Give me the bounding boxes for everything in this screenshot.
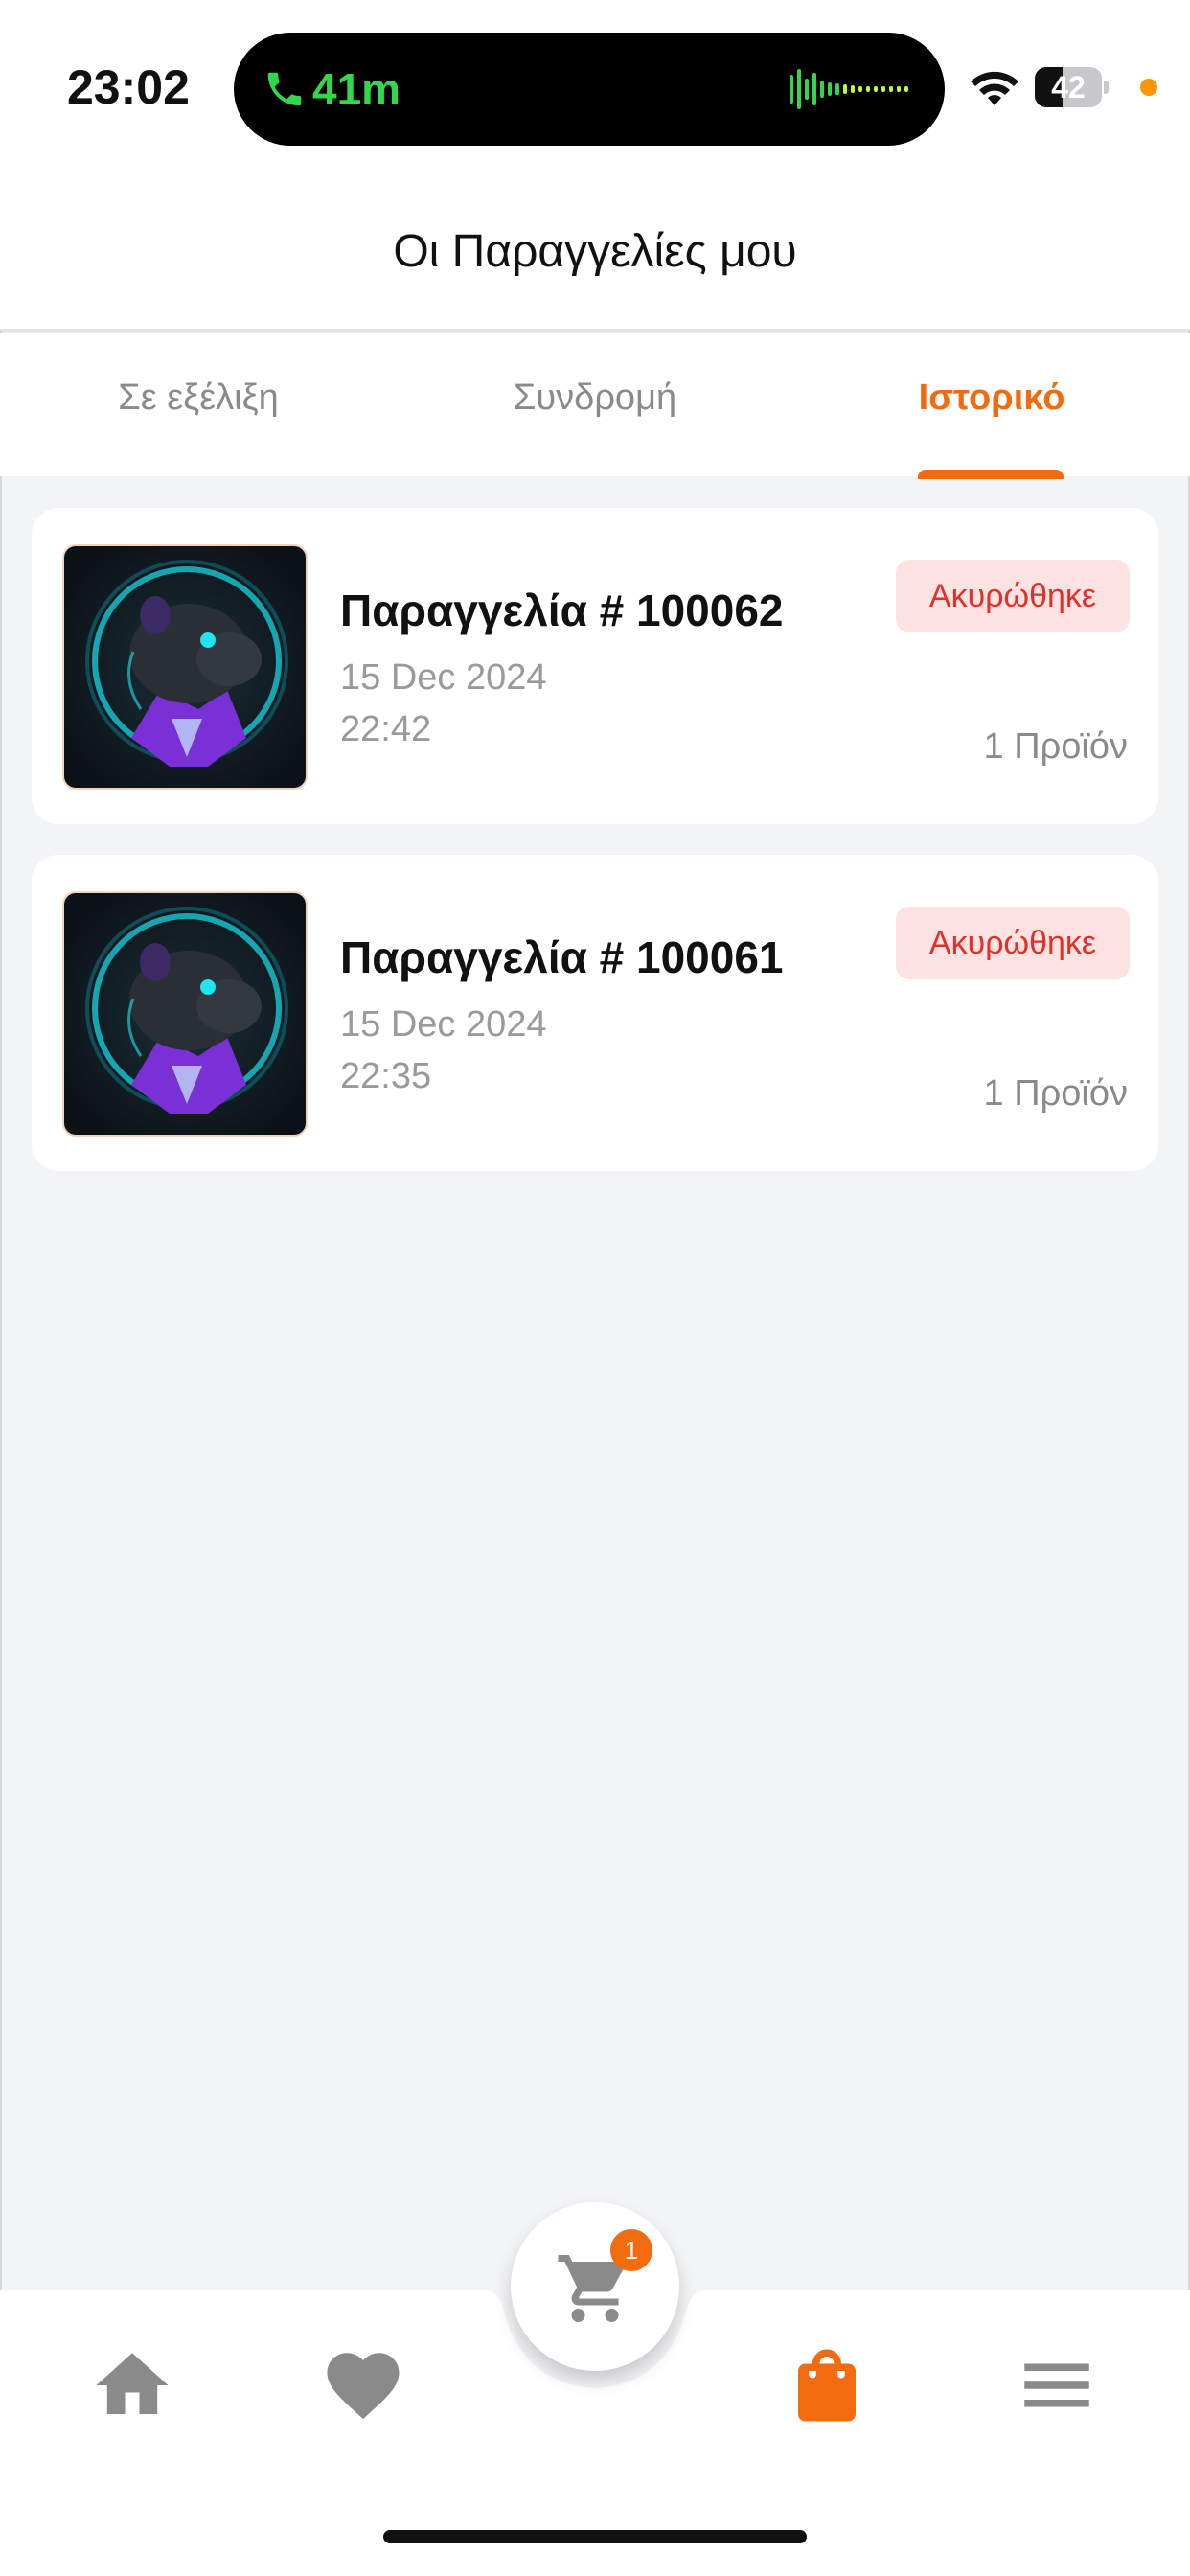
home-indicator: [383, 2530, 807, 2543]
call-duration: 41m: [312, 64, 401, 114]
shopping-bag-icon[interactable]: [784, 2342, 870, 2428]
tab-history[interactable]: Ιστορικό: [793, 333, 1190, 476]
item-count: 1 Προϊόν: [983, 1073, 1128, 1114]
order-card[interactable]: Παραγγελία # 100061 15 Dec 2024 22:35 Ακ…: [32, 855, 1158, 1171]
tab-bar: Σε εξέλιξη Συνδρομή Ιστορικό: [0, 333, 1190, 476]
order-title: Παραγγελία # 100061: [340, 932, 784, 982]
cart-badge: 1: [610, 2229, 652, 2271]
wifi-icon: [971, 71, 1018, 105]
order-title: Παραγγελία # 100062: [340, 586, 784, 635]
active-tab-indicator: [918, 470, 1064, 479]
item-count: 1 Προϊόν: [983, 726, 1128, 767]
heart-icon[interactable]: [320, 2342, 406, 2428]
order-time: 22:42: [340, 709, 432, 749]
tab-in-progress[interactable]: Σε εξέλιξη: [0, 333, 397, 476]
dynamic-island-call[interactable]: 41m: [234, 33, 945, 146]
order-card[interactable]: Παραγγελία # 100062 15 Dec 2024 22:42 Ακ…: [32, 508, 1158, 824]
status-badge: Ακυρώθηκε: [896, 560, 1130, 632]
battery-level: 42: [1051, 70, 1086, 104]
product-image: [62, 544, 308, 790]
status-time: 23:02: [67, 60, 190, 114]
phone-icon: [267, 72, 302, 106]
capybara-image: [64, 546, 306, 788]
capybara-image: [64, 893, 306, 1135]
order-date: 15 Dec 2024: [340, 1004, 547, 1045]
status-bar: 23:02 41m 42: [0, 0, 1190, 177]
menu-icon[interactable]: [1014, 2342, 1100, 2428]
battery-icon: 42: [1035, 67, 1109, 107]
tab-subscription[interactable]: Συνδρομή: [397, 333, 793, 476]
privacy-dot: [1140, 79, 1157, 96]
order-time: 22:35: [340, 1056, 432, 1096]
product-image: [62, 891, 308, 1137]
home-icon[interactable]: [89, 2342, 175, 2428]
cart-button[interactable]: 1: [511, 2202, 679, 2371]
waveform-icon: [790, 69, 908, 109]
status-badge: Ακυρώθηκε: [896, 907, 1130, 979]
order-date: 15 Dec 2024: [340, 657, 547, 698]
page-title: Οι Παραγγελίες μου: [393, 226, 797, 277]
page-header: Οι Παραγγελίες μου: [0, 177, 1190, 331]
